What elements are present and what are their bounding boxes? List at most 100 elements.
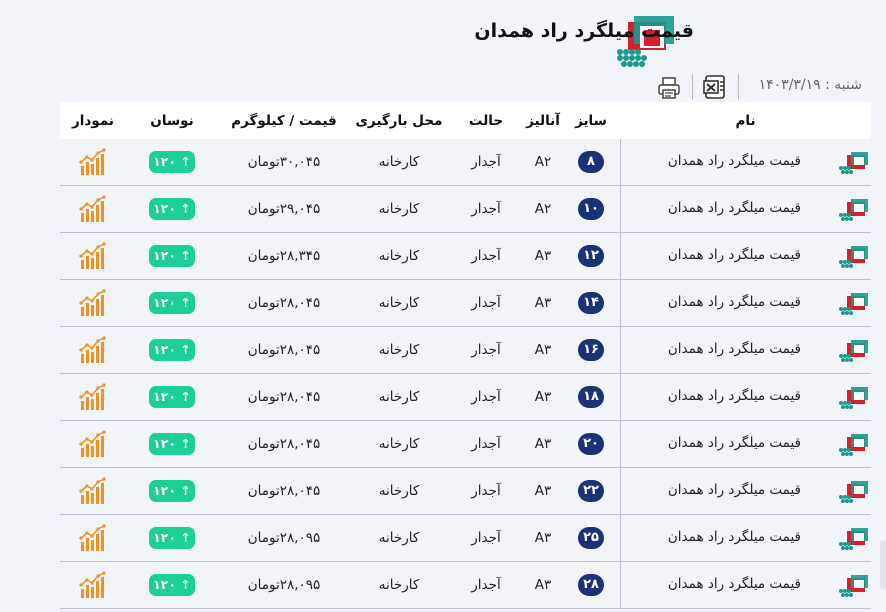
- chart-cell: [60, 289, 126, 317]
- name-cell: قیمت میلگرد راد همدان: [620, 562, 871, 608]
- analysis-cell: A۲: [534, 201, 552, 217]
- product-name[interactable]: قیمت میلگرد راد همدان: [668, 294, 801, 310]
- price-cell: ۲۸,۰۴۵تومان: [247, 483, 321, 499]
- bar-chart-icon[interactable]: [79, 430, 107, 458]
- table-row[interactable]: قیمت میلگرد راد همدان ۱۰ A۲ آجدار کارخان…: [60, 186, 871, 233]
- printer-icon[interactable]: [657, 76, 681, 100]
- price-table: نام سایز آنالیز حالت محل بارگیری قیمت / …: [60, 102, 871, 609]
- product-name[interactable]: قیمت میلگرد راد همدان: [668, 529, 801, 545]
- state-cell: آجدار: [471, 295, 501, 311]
- product-name[interactable]: قیمت میلگرد راد همدان: [668, 435, 801, 451]
- table-row[interactable]: قیمت میلگرد راد همدان ۱۲ A۳ آجدار کارخان…: [60, 233, 871, 280]
- name-cell: قیمت میلگرد راد همدان: [620, 327, 871, 373]
- table-row[interactable]: قیمت میلگرد راد همدان ۲۰ A۳ آجدار کارخان…: [60, 421, 871, 468]
- price-cell: ۲۸,۰۴۵تومان: [247, 295, 321, 311]
- column-header-location[interactable]: محل بارگیری: [350, 113, 448, 129]
- state-cell: آجدار: [471, 436, 501, 452]
- column-header-name[interactable]: نام: [620, 102, 871, 139]
- rebar-bundle-icon: [839, 340, 868, 362]
- column-header-price[interactable]: قیمت / کیلوگرم: [218, 113, 350, 129]
- name-cell: قیمت میلگرد راد همدان: [620, 186, 871, 232]
- product-name[interactable]: قیمت میلگرد راد همدان: [668, 247, 801, 263]
- chart-cell: [60, 524, 126, 552]
- size-badge: ۱۰: [578, 198, 604, 220]
- size-cell: ۱۶: [562, 339, 620, 361]
- oscillation-badge: ↑ ۱۲۰: [149, 198, 195, 220]
- price-cell: ۲۸,۳۴۵تومان: [247, 248, 321, 264]
- rebar-bundle-icon: [839, 199, 868, 221]
- chart-cell: [60, 571, 126, 599]
- bar-chart-icon[interactable]: [79, 571, 107, 599]
- size-cell: ۲۵: [562, 527, 620, 549]
- oscillation-cell: ↑ ۱۲۰: [126, 245, 218, 267]
- table-row[interactable]: قیمت میلگرد راد همدان ۱۴ A۳ آجدار کارخان…: [60, 280, 871, 327]
- product-name[interactable]: قیمت میلگرد راد همدان: [668, 200, 801, 216]
- product-name[interactable]: قیمت میلگرد راد همدان: [668, 388, 801, 404]
- column-header-analysis[interactable]: آنالیز: [524, 113, 562, 129]
- product-name[interactable]: قیمت میلگرد راد همدان: [668, 153, 801, 169]
- analysis-cell: A۳: [534, 530, 552, 546]
- oscillation-cell: ↑ ۱۲۰: [126, 339, 218, 361]
- table-body: قیمت میلگرد راد همدان ۸ A۲ آجدار کارخانه…: [60, 139, 871, 609]
- product-name[interactable]: قیمت میلگرد راد همدان: [668, 576, 801, 592]
- rebar-bundle-icon: [839, 481, 868, 503]
- bar-chart-icon[interactable]: [79, 383, 107, 411]
- location-cell: کارخانه: [378, 530, 420, 546]
- analysis-cell: A۳: [534, 342, 552, 358]
- table-row[interactable]: قیمت میلگرد راد همدان ۸ A۲ آجدار کارخانه…: [60, 139, 871, 186]
- oscillation-badge: ↑ ۱۲۰: [149, 292, 195, 314]
- analysis-cell: A۳: [534, 436, 552, 452]
- table-row[interactable]: قیمت میلگرد راد همدان ۲۵ A۳ آجدار کارخان…: [60, 515, 871, 562]
- bar-chart-icon[interactable]: [79, 242, 107, 270]
- analysis-cell: A۳: [534, 577, 552, 593]
- name-cell: قیمت میلگرد راد همدان: [620, 139, 871, 185]
- chart-cell: [60, 477, 126, 505]
- name-cell: قیمت میلگرد راد همدان: [620, 468, 871, 514]
- location-cell: کارخانه: [378, 577, 420, 593]
- bar-chart-icon[interactable]: [79, 336, 107, 364]
- table-row[interactable]: قیمت میلگرد راد همدان ۲۲ A۳ آجدار کارخان…: [60, 468, 871, 515]
- excel-export-icon[interactable]: [703, 74, 729, 100]
- oscillation-cell: ↑ ۱۲۰: [126, 198, 218, 220]
- bar-chart-icon[interactable]: [79, 148, 107, 176]
- oscillation-badge: ↑ ۱۲۰: [149, 433, 195, 455]
- oscillation-cell: ↑ ۱۲۰: [126, 527, 218, 549]
- scroll-handle[interactable]: [880, 540, 886, 590]
- rebar-bundle-icon: [839, 387, 868, 409]
- size-cell: ۱۲: [562, 245, 620, 267]
- size-badge: ۲۵: [578, 527, 604, 549]
- size-badge: ۲۲: [578, 480, 604, 502]
- size-badge: ۱۶: [578, 339, 604, 361]
- name-cell: قیمت میلگرد راد همدان: [620, 515, 871, 561]
- bar-chart-icon[interactable]: [79, 195, 107, 223]
- size-badge: ۲۰: [578, 433, 604, 455]
- bar-chart-icon[interactable]: [79, 477, 107, 505]
- product-name[interactable]: قیمت میلگرد راد همدان: [668, 482, 801, 498]
- date-label: شنبه : ۱۴۰۳/۳/۱۹: [758, 77, 862, 93]
- table-row[interactable]: قیمت میلگرد راد همدان ۱۶ A۳ آجدار کارخان…: [60, 327, 871, 374]
- column-header-oscillation[interactable]: نوسان: [126, 113, 218, 129]
- column-header-chart[interactable]: نمودار: [60, 113, 126, 129]
- bar-chart-icon[interactable]: [79, 524, 107, 552]
- oscillation-badge: ↑ ۱۲۰: [149, 386, 195, 408]
- rebar-bundle-icon: [839, 528, 868, 550]
- analysis-cell: A۳: [534, 295, 552, 311]
- oscillation-badge: ↑ ۱۲۰: [149, 151, 195, 173]
- price-cell: ۲۹,۰۴۵تومان: [247, 201, 321, 217]
- table-row[interactable]: قیمت میلگرد راد همدان ۲۸ A۳ آجدار کارخان…: [60, 562, 871, 609]
- state-cell: آجدار: [471, 389, 501, 405]
- size-badge: ۱۸: [578, 386, 604, 408]
- product-name[interactable]: قیمت میلگرد راد همدان: [668, 341, 801, 357]
- name-cell: قیمت میلگرد راد همدان: [620, 374, 871, 420]
- column-header-state[interactable]: حالت: [448, 113, 524, 129]
- divider: [738, 74, 739, 100]
- chart-cell: [60, 195, 126, 223]
- price-cell: ۲۸,۰۹۵تومان: [247, 577, 321, 593]
- column-header-size[interactable]: سایز: [562, 113, 620, 129]
- rebar-bundle-icon: [839, 575, 868, 597]
- divider: [692, 74, 693, 100]
- state-cell: آجدار: [471, 577, 501, 593]
- table-row[interactable]: قیمت میلگرد راد همدان ۱۸ A۳ آجدار کارخان…: [60, 374, 871, 421]
- bar-chart-icon[interactable]: [79, 289, 107, 317]
- oscillation-cell: ↑ ۱۲۰: [126, 574, 218, 596]
